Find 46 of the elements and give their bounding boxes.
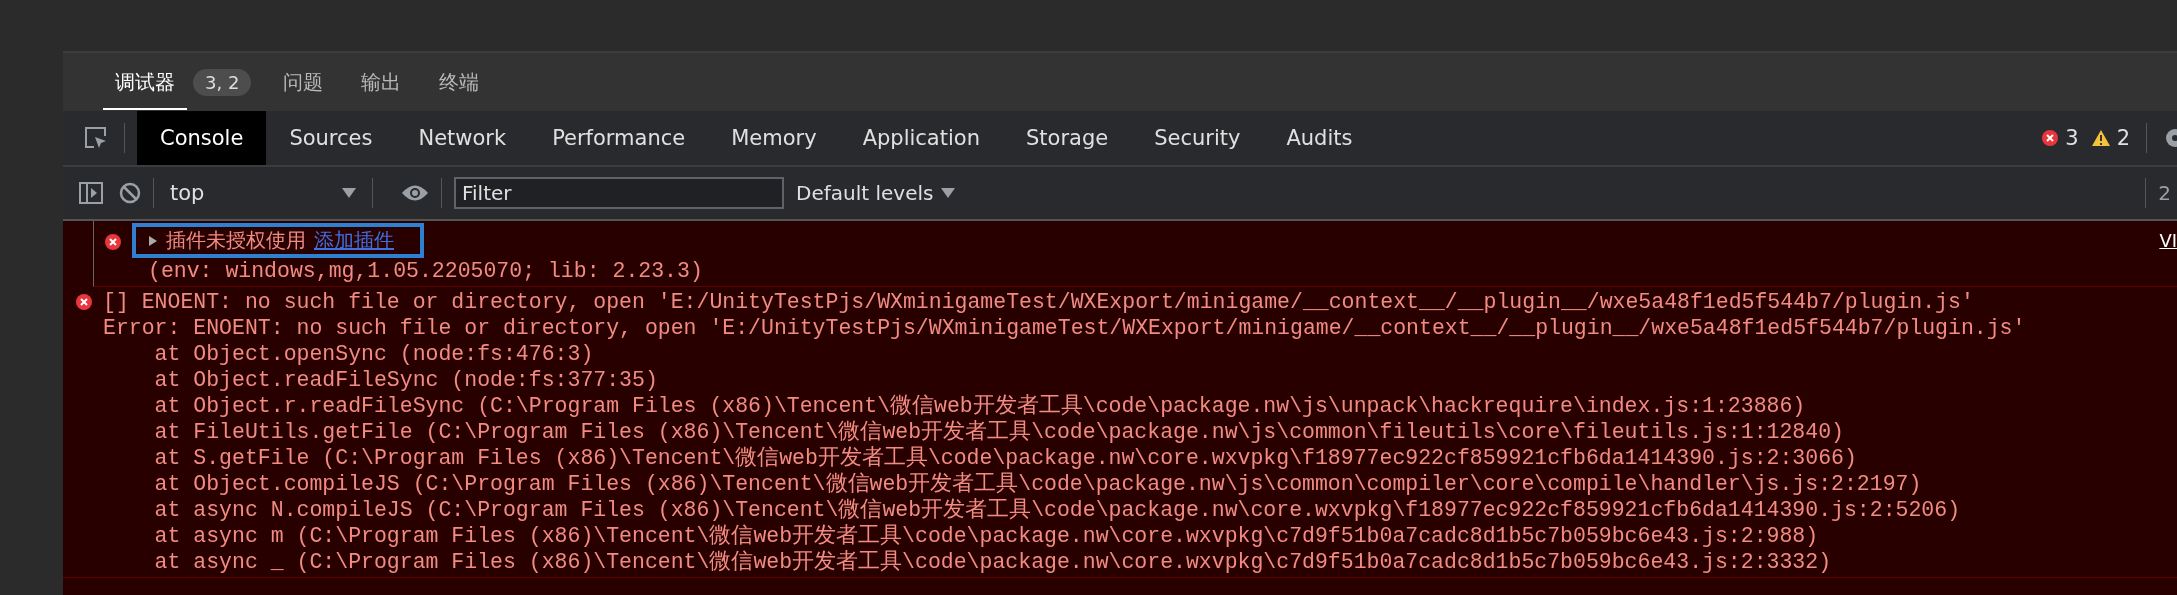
eye-icon[interactable] [401, 184, 429, 202]
panel-tab[interactable]: 输出 [349, 54, 414, 110]
error-icon [2041, 129, 2060, 147]
clear-icon[interactable] [119, 182, 141, 204]
source-link[interactable]: VI [2159, 230, 2177, 251]
filter-field[interactable]: Filter [454, 177, 784, 209]
devtools-tab[interactable]: Performance [529, 111, 709, 165]
warning-icon [2090, 129, 2111, 147]
panel-tab[interactable]: 终端 [427, 54, 492, 110]
panel-tab[interactable]: 问题 [271, 54, 336, 110]
devtools-tab[interactable]: Memory [708, 111, 840, 165]
message-text: 插件未授权使用 [166, 227, 306, 254]
levels-dropdown[interactable]: Default levels [796, 181, 956, 205]
warning-count: 2 [2116, 126, 2130, 150]
panel-tab[interactable]: 调试器 [103, 54, 187, 110]
hidden-count: 2 [2158, 181, 2171, 205]
expand-triangle-icon[interactable] [148, 234, 158, 247]
devtools-tab[interactable]: Security [1131, 111, 1264, 165]
log-line: [] ENOENT: no such file or directory, open 'E:/UnityTestPjs/WXminigameTest/WXExport/minigame/__context__/__plugin__/wxe5a48f1ed5f544b7/plugin.js' [103, 289, 1975, 315]
log-line: at Object.r.readFileSync (C:\Program Files (x86)\Tencent\微信web开发者工具\code\package.nw\js\unpack\hackrequire\index.js:1:23886) [153, 393, 1807, 419]
add-plugin-link[interactable]: 添加插件 [314, 227, 394, 254]
error-icon [104, 233, 122, 251]
devtools-tab[interactable]: Storage [1002, 111, 1132, 165]
log-line: Error: ENOENT: no such file or directory, open 'E:/UnityTestPjs/WXminigameTest/WXExport/minigame/__context__/__plugin__/wxe5a48f1ed5f544b7/plugin.js' [103, 315, 2027, 341]
caret-icon [941, 187, 956, 199]
log-line: at S.getFile (C:\Program Files (x86)\Tencent\微信web开发者工具\code\package.nw\core.wxvpkg\f18977ec922cf859921cfb6da1414390.js:2:3066) [153, 445, 1858, 471]
caret-icon [342, 187, 356, 199]
devtools-tab[interactable]: Console [137, 111, 267, 165]
inspect-icon[interactable] [83, 125, 109, 151]
devtools-tab[interactable]: Audits [1263, 111, 1376, 165]
context-select[interactable]: top [166, 181, 360, 205]
log-line: at FileUtils.getFile (C:\Program Files (x86)\Tencent\微信web开发者工具\code\package.nw\js\common\fileutils\core\fileutils.js:1:12840) [153, 419, 1845, 445]
log-line: at async N.compileJS (C:\Program Files (x86)\Tencent\微信web开发者工具\code\package.nw\core.wxvpkg\f18977ec922cf859921cfb6da1414390.js:2:5206) [153, 497, 1962, 523]
log-line: at Object.compileJS (C:\Program Files (x86)\Tencent\微信web开发者工具\code\package.nw\js\common\compiler\core\compile\handler\js.js:2:2197) [153, 471, 1923, 497]
error-icon [75, 293, 93, 311]
devtools-tab[interactable]: Network [395, 111, 530, 165]
log-line: at Object.openSync (node:fs:476:3) [153, 341, 595, 367]
log-line: at Object.readFileSync (node:fs:377:35) [153, 367, 659, 393]
log-line: at async _ (C:\Program Files (x86)\Tencent\微信web开发者工具\code\package.nw\core.wxvpkg\c7d9f51b0a7cadc8d1b5c7b059bc6e43.js:2:3332) [153, 549, 1833, 575]
log-line: (env: windows,mg,1.05.2205070; lib: 2.23.3) [147, 258, 704, 284]
devtools-tab[interactable]: Application [839, 111, 1003, 165]
log-line: at async m (C:\Program Files (x86)\Tencent\微信web开发者工具\code\package.nw\core.wxvpkg\c7d9f51b0a7cadc8d1b5c7b059bc6e43.js:2:988) [153, 523, 1820, 549]
sidebar-toggle-icon[interactable] [79, 182, 103, 204]
count-badge: 3, 2 [193, 68, 252, 96]
devtools-tab[interactable]: Sources [266, 111, 396, 165]
error-count: 3 [2065, 126, 2079, 150]
